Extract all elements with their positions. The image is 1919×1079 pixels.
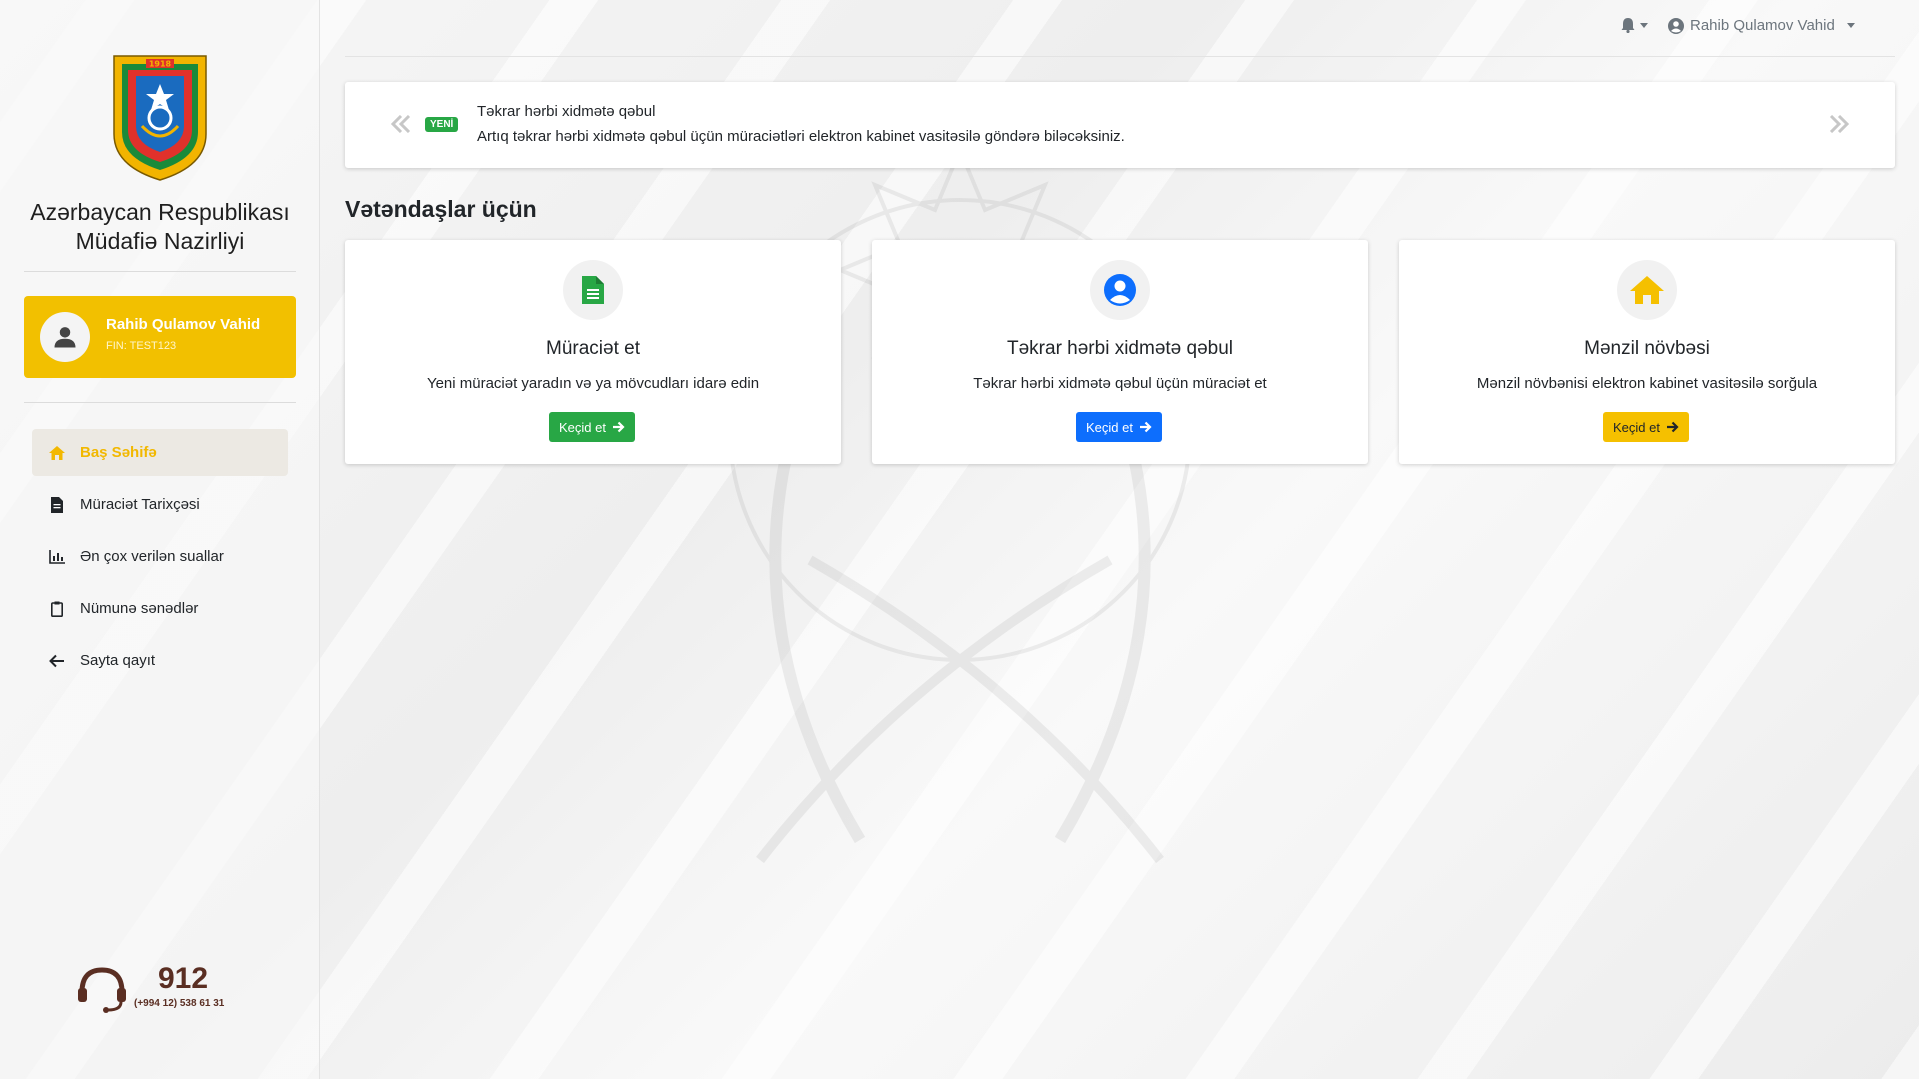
caret-down-icon (1640, 22, 1648, 28)
arrow-right-icon (1666, 421, 1679, 433)
ministry-shield-icon: 1918 (113, 55, 207, 181)
card-title: Mənzil növbəsi (1584, 338, 1710, 359)
arrow-right-icon (612, 421, 625, 433)
user-card[interactable]: Rahib Qulamov Vahid FIN: TEST123 (24, 296, 296, 378)
sidebar-item-back-to-site[interactable]: Sayta qayıt (32, 637, 288, 684)
announcement-text: Artıq təkrar hərbi xidmətə qəbul üçün mü… (477, 128, 1125, 145)
arrow-right-icon (1139, 421, 1152, 433)
carousel-prev-button[interactable] (390, 114, 411, 138)
organization-name: Azərbaycan Respublikası Müdafiə Nazirliy… (0, 198, 320, 256)
profile-name: Rahib Qulamov Vahid (1690, 17, 1835, 34)
card-application: Müraciət et Yeni müraciət yaradın və ya … (345, 240, 841, 464)
card-description: Mənzil növbənisi elektron kabinet vasitə… (1476, 375, 1818, 392)
carousel-next-button[interactable] (1829, 114, 1850, 138)
user-fin: FIN: TEST123 (106, 340, 177, 352)
card-title: Müraciət et (546, 338, 640, 359)
card-reenlistment: Təkrar hərbi xidmətə qəbul Təkrar hərbi … (872, 240, 1368, 464)
org-name-line2: Müdafiə Nazirliyi (75, 228, 245, 254)
sidebar-item-label: Müraciət Tarixçəsi (80, 496, 200, 513)
announcement-carousel: YENİ Təkrar hərbi xidmətə qəbul Artıq tə… (345, 82, 1895, 168)
card-icon-circle (1090, 260, 1150, 320)
sidebar-item-label: Nümunə sənədlər (80, 600, 199, 617)
button-label: Keçid et (1086, 419, 1133, 435)
home-icon (48, 444, 66, 462)
section-title: Vətəndaşlar üçün (345, 196, 537, 222)
card-icon-circle (1617, 260, 1677, 320)
new-badge: YENİ (425, 117, 459, 132)
sidebar-item-label: Sayta qayıt (80, 652, 156, 669)
button-label: Keçid et (1613, 419, 1660, 435)
sidebar: 1918 Azərbaycan Respublikası Müdafiə Naz… (0, 0, 320, 1079)
chart-icon (48, 548, 66, 566)
card-housing-queue: Mənzil növbəsi Mənzil növbənisi elektron… (1399, 240, 1895, 464)
sidebar-item-templates[interactable]: Nümunə sənədlər (32, 585, 288, 632)
announcement-title: Təkrar hərbi xidmətə qəbul (477, 103, 656, 120)
card-description: Təkrar hərbi xidmətə qəbul üçün müraciət… (973, 375, 1267, 392)
housing-queue-go-button[interactable]: Keçid et (1603, 412, 1689, 442)
sidebar-item-label: Baş Səhifə (80, 444, 157, 461)
card-title: Təkrar hərbi xidmətə qəbul (1007, 338, 1233, 359)
divider (24, 402, 296, 403)
org-name-line1: Azərbaycan Respublikası (30, 199, 290, 225)
caret-down-icon (1846, 23, 1855, 28)
topbar: Rahib Qulamov Vahid (345, 0, 1895, 57)
profile-dropdown[interactable]: Rahib Qulamov Vahid (1668, 17, 1855, 34)
sidebar-nav: Baş Səhifə Müraciət Tarixçəsi Ən çox ver… (32, 429, 288, 689)
file-icon (48, 496, 66, 514)
avatar (40, 312, 90, 362)
sidebar-item-history[interactable]: Müraciət Tarixçəsi (32, 481, 288, 528)
support-hotline[interactable]: 912 (+994 12) 538 61 31 (76, 962, 256, 1013)
reenlistment-go-button[interactable]: Keçid et (1076, 412, 1162, 442)
chevron-double-left-icon (390, 114, 411, 134)
user-icon (54, 327, 76, 348)
clipboard-icon (48, 600, 66, 618)
application-go-button[interactable]: Keçid et (549, 412, 635, 442)
sidebar-item-label: Ən çox verilən suallar (80, 548, 224, 565)
card-description: Yeni müraciət yaradın və ya mövcudları i… (426, 375, 760, 392)
notifications-dropdown[interactable] (1621, 17, 1648, 33)
support-phone: (+994 12) 538 61 31 (134, 998, 225, 1009)
button-label: Keçid et (559, 419, 606, 435)
card-icon-circle (563, 260, 623, 320)
ministry-logo[interactable]: 1918 (110, 54, 210, 182)
chevron-double-right-icon (1829, 114, 1850, 134)
house-icon (1630, 276, 1664, 304)
document-icon (582, 276, 604, 304)
divider (24, 271, 296, 272)
sidebar-item-faq[interactable]: Ən çox verilən suallar (32, 533, 288, 580)
arrow-left-icon (48, 652, 66, 670)
user-circle-icon (1668, 17, 1684, 34)
support-number: 912 (158, 962, 209, 995)
user-circle-icon (1104, 274, 1136, 306)
user-name: Rahib Qulamov Vahid (106, 316, 261, 333)
bell-icon (1621, 18, 1635, 33)
headset-icon (78, 967, 126, 1013)
logo-year: 1918 (149, 60, 172, 69)
sidebar-item-home[interactable]: Baş Səhifə (32, 429, 288, 476)
